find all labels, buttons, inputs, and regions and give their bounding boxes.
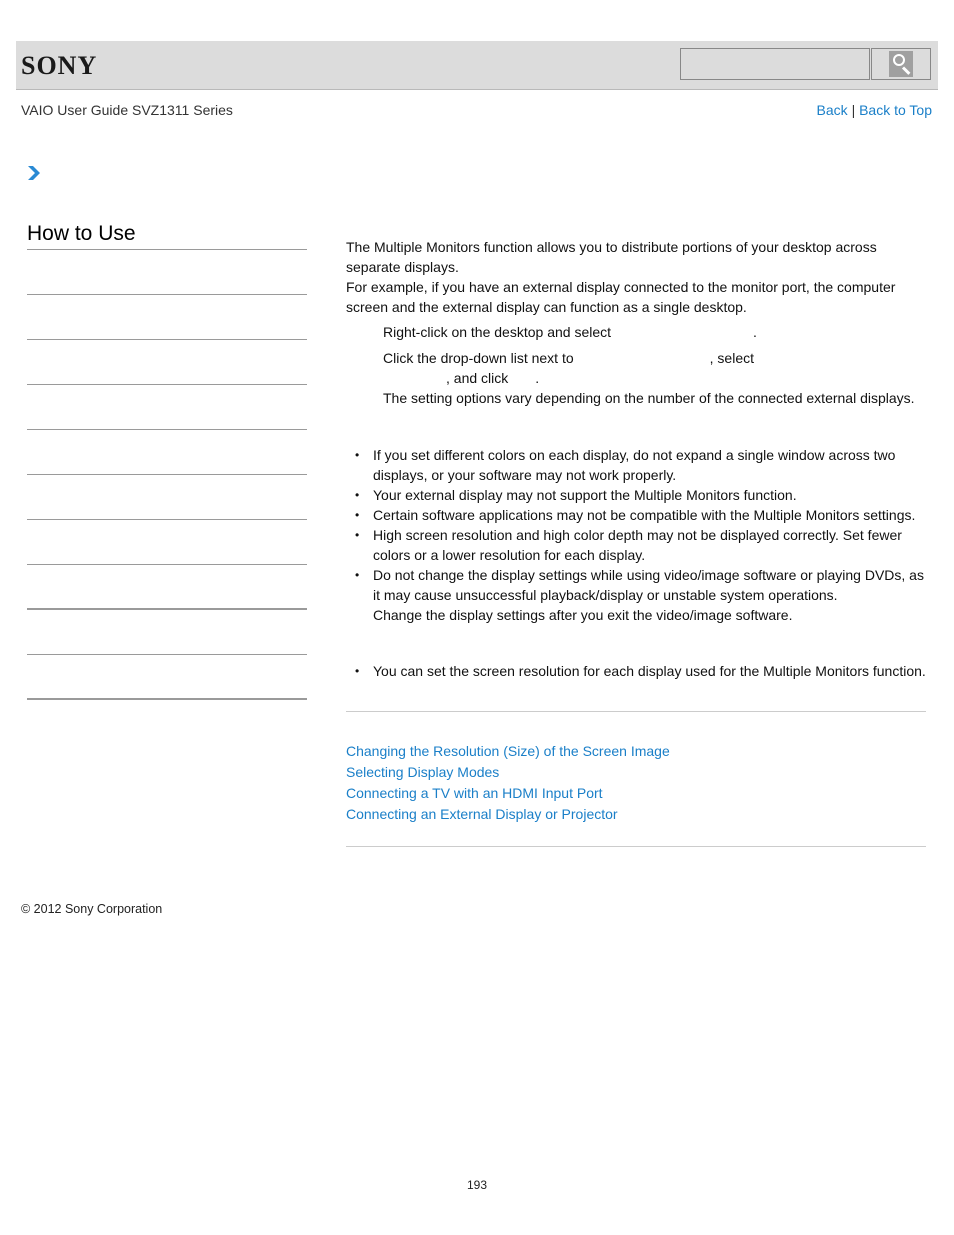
note-item: High screen resolution and high color de… (346, 525, 926, 565)
hint-item: You can set the screen resolution for ea… (346, 661, 926, 681)
hints-list: You can set the screen resolution for ea… (346, 661, 926, 681)
sony-logo: SONY (21, 51, 98, 80)
link-separator: | (851, 102, 856, 118)
page-number: 193 (466, 1178, 488, 1192)
search-button[interactable] (871, 48, 931, 80)
sidebar-item[interactable] (27, 475, 307, 520)
main-content: The Multiple Monitors function allows yo… (346, 237, 926, 847)
copyright: © 2012 Sony Corporation (21, 902, 163, 916)
sidebar-item[interactable] (27, 430, 307, 475)
divider (346, 711, 926, 712)
top-links: Back | Back to Top (817, 102, 932, 118)
related-links: Changing the Resolution (Size) of the Sc… (346, 741, 926, 825)
chevron-right-icon[interactable] (27, 165, 41, 181)
sidebar: How to Use (27, 222, 307, 700)
sidebar-item[interactable] (27, 520, 307, 565)
sidebar-item[interactable] (27, 295, 307, 340)
intro-paragraph: For example, if you have an external dis… (346, 279, 896, 315)
search-input[interactable] (680, 48, 870, 80)
sidebar-item[interactable] (27, 610, 307, 655)
guide-title: VAIO User Guide SVZ1311 Series (21, 102, 233, 118)
intro-paragraph: The Multiple Monitors function allows yo… (346, 239, 877, 275)
note-item: Do not change the display settings while… (346, 565, 926, 625)
related-link[interactable]: Connecting a TV with an HDMI Input Port (346, 783, 926, 804)
divider (346, 846, 926, 847)
related-link[interactable]: Changing the Resolution (Size) of the Sc… (346, 741, 926, 762)
sidebar-item[interactable] (27, 385, 307, 430)
related-link[interactable]: Connecting an External Display or Projec… (346, 804, 926, 825)
related-link[interactable]: Selecting Display Modes (346, 762, 926, 783)
sidebar-item[interactable] (27, 340, 307, 385)
sidebar-item[interactable] (27, 655, 307, 700)
sidebar-item[interactable] (27, 565, 307, 610)
step-2: Click the drop-down list next to, select… (383, 350, 915, 406)
search-icon (889, 51, 913, 77)
step-note: The setting options vary depending on th… (383, 390, 915, 406)
sidebar-title: How to Use (27, 222, 307, 250)
note-item: Your external display may not support th… (346, 485, 926, 505)
back-to-top-link[interactable]: Back to Top (859, 102, 932, 118)
sidebar-item[interactable] (27, 250, 307, 295)
notes-list: If you set different colors on each disp… (346, 445, 926, 625)
note-item: Certain software applications may not be… (346, 505, 926, 525)
back-link[interactable]: Back (817, 102, 848, 118)
header-bar: SONY (16, 41, 938, 90)
step-1: Right-click on the desktop and select. (383, 324, 757, 340)
note-item: If you set different colors on each disp… (346, 445, 926, 485)
steps: Right-click on the desktop and select. C… (383, 322, 926, 408)
